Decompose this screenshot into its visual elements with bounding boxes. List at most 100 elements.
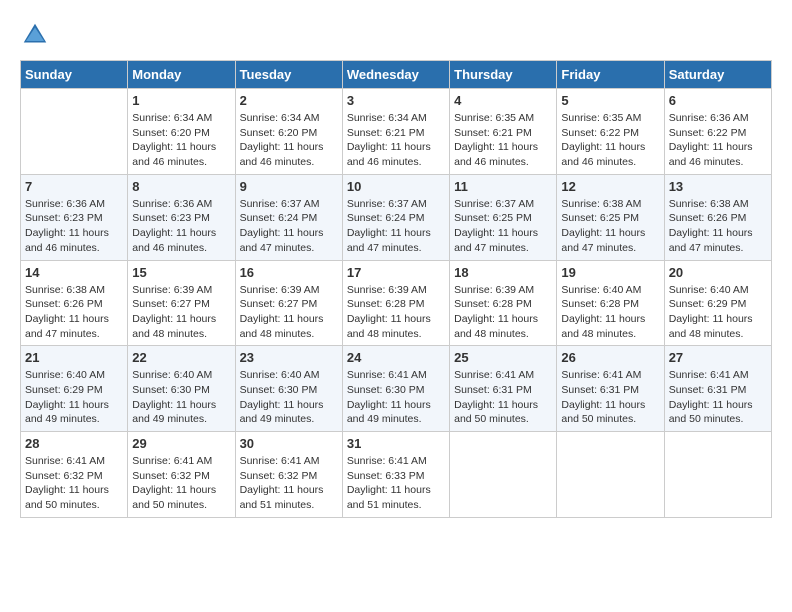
day-of-week-header: Tuesday — [235, 61, 342, 89]
calendar-cell: 20 Sunrise: 6:40 AM Sunset: 6:29 PM Dayl… — [664, 260, 771, 346]
daylight-text: Daylight: 11 hours and 46 minutes. — [25, 227, 109, 254]
sunrise-text: Sunrise: 6:34 AM — [240, 112, 320, 124]
calendar-table: SundayMondayTuesdayWednesdayThursdayFrid… — [20, 60, 772, 518]
day-info: Sunrise: 6:41 AM Sunset: 6:32 PM Dayligh… — [240, 454, 338, 513]
day-of-week-header: Thursday — [450, 61, 557, 89]
day-info: Sunrise: 6:41 AM Sunset: 6:31 PM Dayligh… — [561, 368, 659, 427]
day-info: Sunrise: 6:37 AM Sunset: 6:24 PM Dayligh… — [347, 197, 445, 256]
sunrise-text: Sunrise: 6:39 AM — [454, 284, 534, 296]
daylight-text: Daylight: 11 hours and 46 minutes. — [347, 141, 431, 168]
calendar-cell: 26 Sunrise: 6:41 AM Sunset: 6:31 PM Dayl… — [557, 346, 664, 432]
day-number: 26 — [561, 350, 659, 365]
daylight-text: Daylight: 11 hours and 48 minutes. — [454, 313, 538, 340]
day-number: 20 — [669, 265, 767, 280]
sunset-text: Sunset: 6:26 PM — [669, 212, 747, 224]
sunset-text: Sunset: 6:23 PM — [25, 212, 103, 224]
daylight-text: Daylight: 11 hours and 48 minutes. — [132, 313, 216, 340]
sunset-text: Sunset: 6:20 PM — [240, 127, 318, 139]
calendar-cell: 29 Sunrise: 6:41 AM Sunset: 6:32 PM Dayl… — [128, 432, 235, 518]
generalblue-icon — [20, 20, 50, 50]
days-of-week-row: SundayMondayTuesdayWednesdayThursdayFrid… — [21, 61, 772, 89]
day-number: 9 — [240, 179, 338, 194]
sunrise-text: Sunrise: 6:34 AM — [347, 112, 427, 124]
sunrise-text: Sunrise: 6:41 AM — [561, 369, 641, 381]
day-info: Sunrise: 6:35 AM Sunset: 6:22 PM Dayligh… — [561, 111, 659, 170]
day-number: 24 — [347, 350, 445, 365]
daylight-text: Daylight: 11 hours and 46 minutes. — [669, 141, 753, 168]
day-info: Sunrise: 6:41 AM Sunset: 6:30 PM Dayligh… — [347, 368, 445, 427]
day-of-week-header: Monday — [128, 61, 235, 89]
daylight-text: Daylight: 11 hours and 47 minutes. — [25, 313, 109, 340]
daylight-text: Daylight: 11 hours and 49 minutes. — [25, 399, 109, 426]
sunrise-text: Sunrise: 6:40 AM — [669, 284, 749, 296]
day-info: Sunrise: 6:40 AM Sunset: 6:29 PM Dayligh… — [669, 283, 767, 342]
daylight-text: Daylight: 11 hours and 51 minutes. — [347, 484, 431, 511]
calendar-cell — [557, 432, 664, 518]
daylight-text: Daylight: 11 hours and 50 minutes. — [132, 484, 216, 511]
sunset-text: Sunset: 6:27 PM — [132, 298, 210, 310]
day-number: 8 — [132, 179, 230, 194]
day-of-week-header: Sunday — [21, 61, 128, 89]
sunrise-text: Sunrise: 6:41 AM — [454, 369, 534, 381]
day-info: Sunrise: 6:36 AM Sunset: 6:23 PM Dayligh… — [25, 197, 123, 256]
day-number: 17 — [347, 265, 445, 280]
sunrise-text: Sunrise: 6:40 AM — [25, 369, 105, 381]
sunset-text: Sunset: 6:21 PM — [454, 127, 532, 139]
day-number: 5 — [561, 93, 659, 108]
calendar-header: SundayMondayTuesdayWednesdayThursdayFrid… — [21, 61, 772, 89]
sunrise-text: Sunrise: 6:37 AM — [347, 198, 427, 210]
sunrise-text: Sunrise: 6:35 AM — [561, 112, 641, 124]
sunset-text: Sunset: 6:26 PM — [25, 298, 103, 310]
day-info: Sunrise: 6:39 AM Sunset: 6:27 PM Dayligh… — [240, 283, 338, 342]
daylight-text: Daylight: 11 hours and 46 minutes. — [132, 227, 216, 254]
sunset-text: Sunset: 6:31 PM — [669, 384, 747, 396]
day-info: Sunrise: 6:37 AM Sunset: 6:25 PM Dayligh… — [454, 197, 552, 256]
daylight-text: Daylight: 11 hours and 49 minutes. — [132, 399, 216, 426]
day-info: Sunrise: 6:40 AM Sunset: 6:29 PM Dayligh… — [25, 368, 123, 427]
calendar-cell: 13 Sunrise: 6:38 AM Sunset: 6:26 PM Dayl… — [664, 174, 771, 260]
daylight-text: Daylight: 11 hours and 48 minutes. — [347, 313, 431, 340]
daylight-text: Daylight: 11 hours and 48 minutes. — [669, 313, 753, 340]
sunrise-text: Sunrise: 6:38 AM — [561, 198, 641, 210]
sunset-text: Sunset: 6:30 PM — [347, 384, 425, 396]
day-number: 14 — [25, 265, 123, 280]
sunset-text: Sunset: 6:30 PM — [132, 384, 210, 396]
daylight-text: Daylight: 11 hours and 49 minutes. — [347, 399, 431, 426]
sunset-text: Sunset: 6:27 PM — [240, 298, 318, 310]
day-number: 25 — [454, 350, 552, 365]
day-number: 1 — [132, 93, 230, 108]
calendar-cell: 10 Sunrise: 6:37 AM Sunset: 6:24 PM Dayl… — [342, 174, 449, 260]
day-info: Sunrise: 6:38 AM Sunset: 6:26 PM Dayligh… — [669, 197, 767, 256]
calendar-cell: 18 Sunrise: 6:39 AM Sunset: 6:28 PM Dayl… — [450, 260, 557, 346]
daylight-text: Daylight: 11 hours and 51 minutes. — [240, 484, 324, 511]
daylight-text: Daylight: 11 hours and 47 minutes. — [347, 227, 431, 254]
day-info: Sunrise: 6:36 AM Sunset: 6:22 PM Dayligh… — [669, 111, 767, 170]
day-info: Sunrise: 6:41 AM Sunset: 6:33 PM Dayligh… — [347, 454, 445, 513]
day-info: Sunrise: 6:39 AM Sunset: 6:27 PM Dayligh… — [132, 283, 230, 342]
day-number: 12 — [561, 179, 659, 194]
sunset-text: Sunset: 6:32 PM — [25, 470, 103, 482]
sunrise-text: Sunrise: 6:39 AM — [347, 284, 427, 296]
daylight-text: Daylight: 11 hours and 50 minutes. — [454, 399, 538, 426]
calendar-cell: 14 Sunrise: 6:38 AM Sunset: 6:26 PM Dayl… — [21, 260, 128, 346]
sunrise-text: Sunrise: 6:37 AM — [240, 198, 320, 210]
day-info: Sunrise: 6:38 AM Sunset: 6:25 PM Dayligh… — [561, 197, 659, 256]
sunset-text: Sunset: 6:28 PM — [454, 298, 532, 310]
day-info: Sunrise: 6:34 AM Sunset: 6:20 PM Dayligh… — [132, 111, 230, 170]
sunset-text: Sunset: 6:29 PM — [25, 384, 103, 396]
daylight-text: Daylight: 11 hours and 50 minutes. — [561, 399, 645, 426]
calendar-week-row: 21 Sunrise: 6:40 AM Sunset: 6:29 PM Dayl… — [21, 346, 772, 432]
calendar-cell — [664, 432, 771, 518]
calendar-body: 1 Sunrise: 6:34 AM Sunset: 6:20 PM Dayli… — [21, 89, 772, 518]
calendar-week-row: 1 Sunrise: 6:34 AM Sunset: 6:20 PM Dayli… — [21, 89, 772, 175]
day-info: Sunrise: 6:41 AM Sunset: 6:31 PM Dayligh… — [669, 368, 767, 427]
day-number: 13 — [669, 179, 767, 194]
calendar-cell: 4 Sunrise: 6:35 AM Sunset: 6:21 PM Dayli… — [450, 89, 557, 175]
day-number: 11 — [454, 179, 552, 194]
day-of-week-header: Saturday — [664, 61, 771, 89]
logo — [20, 20, 54, 50]
day-number: 22 — [132, 350, 230, 365]
sunset-text: Sunset: 6:23 PM — [132, 212, 210, 224]
sunrise-text: Sunrise: 6:39 AM — [240, 284, 320, 296]
sunrise-text: Sunrise: 6:40 AM — [561, 284, 641, 296]
